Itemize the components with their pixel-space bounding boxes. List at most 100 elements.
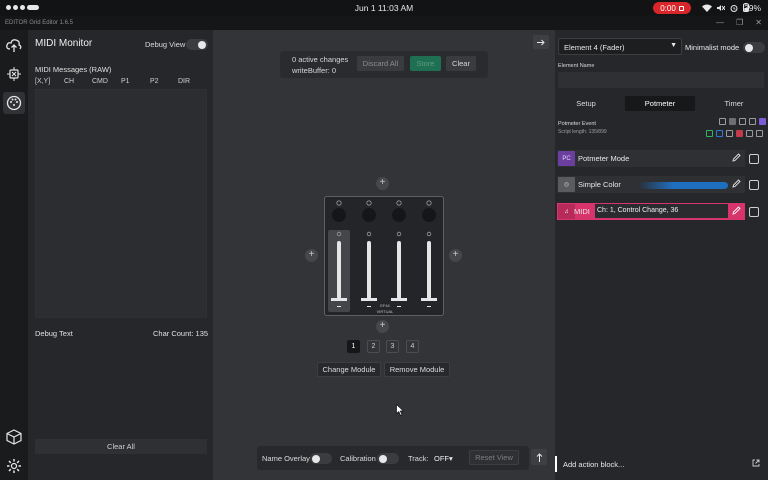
tab-potmeter[interactable]: Potmeter: [625, 96, 695, 111]
midi-monitor-panel: MIDI Monitor Debug View MIDI Messages (R…: [28, 30, 213, 480]
mute-icon: [717, 4, 725, 11]
remove-module-button[interactable]: Remove Module: [384, 362, 450, 377]
page-button-3[interactable]: 3: [386, 340, 399, 353]
column-header: P2: [150, 78, 159, 85]
trash-icon[interactable]: [756, 130, 763, 137]
add-action-label: Add action block...: [563, 460, 625, 469]
action-checkbox[interactable]: [749, 207, 759, 217]
action-name: Potmeter Mode: [578, 154, 630, 163]
bookmark-icon[interactable]: [746, 130, 753, 137]
debug-view-label: Debug View: [145, 40, 186, 49]
alarm-icon: [730, 4, 738, 12]
edit-pencil-icon[interactable]: [732, 153, 741, 162]
action-toolbar-top: [719, 118, 766, 125]
changes-bar: 0 active changes writeBuffer: 0 Discard …: [280, 51, 488, 78]
page-button-1[interactable]: 1: [347, 340, 360, 353]
potmeter-mode-icon: PC: [558, 151, 575, 166]
cloud-upload-icon[interactable]: [3, 35, 25, 57]
add-module-top-button[interactable]: +: [376, 177, 389, 190]
external-link-icon[interactable]: [752, 459, 760, 467]
minimalist-mode-label: Minimalist mode: [685, 43, 740, 52]
scroll-up-button[interactable]: [531, 449, 547, 465]
module-canvas[interactable]: 0 active changes writeBuffer: 0 Discard …: [213, 30, 555, 480]
delete-icon[interactable]: [736, 130, 743, 137]
event-title: Potmeter Event: [558, 121, 596, 127]
edit-code-icon[interactable]: [749, 118, 756, 125]
change-module-button[interactable]: Change Module: [317, 362, 381, 377]
clear-all-button[interactable]: Clear All: [35, 439, 207, 454]
window-title-bar: EDITOR Grid Editor 1.6.5 — ❐ ✕: [0, 16, 768, 30]
collapse-panel-button[interactable]: [533, 35, 549, 49]
discard-all-button[interactable]: Discard All: [357, 56, 404, 71]
column-header: P1: [121, 78, 130, 85]
simple-color-icon: ◎: [558, 177, 575, 192]
module-name: EF44: [380, 303, 390, 308]
minimize-icon[interactable]: —: [716, 18, 724, 27]
package-icon[interactable]: [3, 426, 25, 448]
add-module-right-button[interactable]: +: [449, 249, 462, 262]
element-select[interactable]: Element 4 (Fader) ▼: [558, 38, 682, 55]
config-panel: Element 4 (Fader) ▼ Minimalist mode Elem…: [555, 30, 768, 480]
track-select[interactable]: OFF▾: [434, 454, 453, 463]
clipboard-icon[interactable]: [726, 130, 733, 137]
module-type: VIRTUAL: [376, 309, 394, 314]
maximize-icon[interactable]: ❐: [736, 18, 743, 27]
panel-title: MIDI Monitor: [35, 38, 93, 49]
clear-button[interactable]: Clear: [446, 56, 476, 71]
midi-message-list[interactable]: [35, 89, 207, 318]
add-module-bottom-button[interactable]: +: [376, 320, 389, 333]
column-header: CMD: [92, 78, 108, 85]
arrow-right-icon: [536, 39, 545, 45]
screen-record-indicator[interactable]: 0:00: [653, 2, 691, 14]
minimalist-mode-toggle[interactable]: [743, 42, 765, 53]
midi-icon: ♫: [558, 204, 575, 219]
column-header: [X,Y]: [35, 78, 51, 85]
edit-pencil-icon[interactable]: [732, 206, 741, 215]
tab-timer[interactable]: Timer: [704, 96, 764, 111]
action-block-potmeter-mode[interactable]: PC Potmeter Mode: [557, 150, 745, 167]
close-icon[interactable]: ✕: [755, 18, 762, 27]
track-label: Track:: [408, 454, 429, 463]
action-block-midi[interactable]: ♫ MIDI Ch: 1, Control Change, 36: [557, 203, 745, 220]
ef44-module[interactable]: EF44 VIRTUAL: [324, 196, 444, 316]
color-gradient-preview: [637, 182, 728, 189]
midi-params-field[interactable]: Ch: 1, Control Change, 36: [595, 204, 728, 218]
calibration-toggle[interactable]: [377, 453, 399, 464]
copy-icon[interactable]: [719, 118, 726, 125]
reset-view-button[interactable]: Reset View: [469, 450, 519, 465]
record-time: 0:00: [660, 3, 676, 13]
page-button-2[interactable]: 2: [367, 340, 380, 353]
add-module-left-button[interactable]: +: [305, 249, 318, 262]
page-button-4[interactable]: 4: [406, 340, 419, 353]
paste-icon[interactable]: [729, 118, 736, 125]
debug-icon[interactable]: [3, 63, 25, 85]
action-checkbox[interactable]: [749, 154, 759, 164]
column-header: CH: [64, 78, 75, 85]
insert-indicator: [555, 456, 557, 472]
send-icon[interactable]: [759, 118, 766, 125]
tab-setup[interactable]: Setup: [558, 96, 614, 111]
merge-icon[interactable]: [706, 130, 713, 137]
debug-text-label: Debug Text: [35, 329, 73, 338]
action-checkbox[interactable]: [749, 180, 759, 190]
system-status-bar: Jun 1 11:03 AM 0:00 39%: [0, 0, 768, 16]
module-graphic: [331, 200, 437, 307]
settings-icon[interactable]: [3, 455, 25, 477]
debug-view-toggle[interactable]: [186, 39, 208, 50]
export-icon[interactable]: [739, 118, 746, 125]
name-overlay-toggle[interactable]: [310, 453, 332, 464]
action-name: Simple Color: [578, 180, 621, 189]
edit-pencil-icon[interactable]: [732, 179, 741, 188]
element-name-label: Element Name: [558, 63, 595, 69]
element-name-input[interactable]: [558, 72, 764, 88]
midi-monitor-icon[interactable]: [3, 92, 25, 114]
write-buffer-text: writeBuffer: 0: [292, 66, 337, 75]
active-changes-text: 0 active changes: [292, 55, 349, 64]
left-sidebar: [0, 30, 28, 480]
action-block-simple-color[interactable]: ◎ Simple Color: [557, 176, 745, 193]
duplicate-icon[interactable]: [716, 130, 723, 137]
store-button[interactable]: Store: [410, 56, 441, 71]
add-action-block[interactable]: Add action block...: [555, 456, 768, 472]
midi-columns-header: [X,Y] CH CMD P1 P2 DIR: [35, 78, 207, 88]
calibration-label: Calibration: [340, 454, 376, 463]
